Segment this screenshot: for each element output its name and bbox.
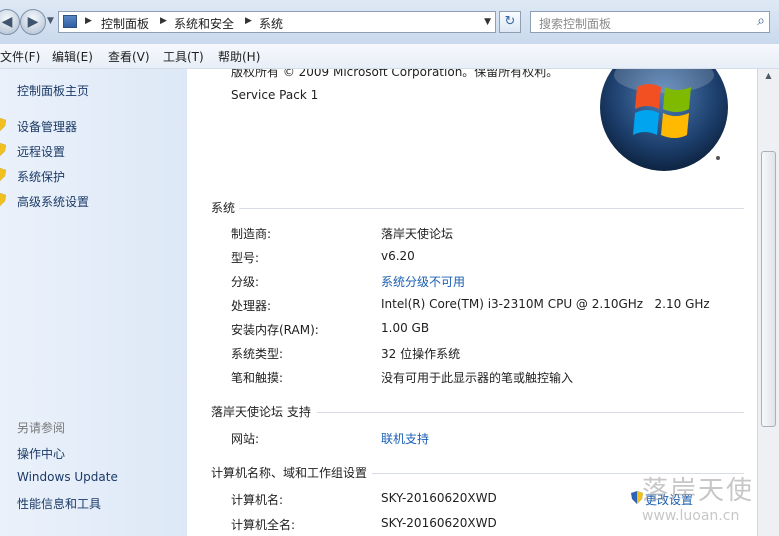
sidebar-system-protection[interactable]: 系统保护 (17, 168, 65, 185)
service-pack-text: Service Pack 1 (231, 88, 319, 102)
search-input[interactable]: 搜索控制面板 ⌕ (530, 11, 770, 33)
menu-bar: 文件(F) 编辑(E) 查看(V) 工具(T) 帮助(H) (0, 44, 779, 69)
menu-edit[interactable]: 编辑(E) (52, 48, 93, 65)
section-divider (239, 208, 744, 209)
address-dropdown-icon[interactable]: ▼ (484, 17, 491, 27)
copyright-text: 版权所有 © 2009 Microsoft Corporation。保留所有权利… (231, 69, 559, 79)
main-content: 版权所有 © 2009 Microsoft Corporation。保留所有权利… (187, 69, 757, 536)
forward-button[interactable]: ▶ (20, 9, 46, 35)
scroll-up-icon[interactable]: ▲ (761, 71, 776, 85)
computer-fullname-label: 计算机全名: (231, 518, 296, 532)
breadcrumb-system-security[interactable]: 系统和安全 (174, 15, 234, 32)
uac-shield-icon (0, 193, 6, 206)
see-also-heading: 另请参阅 (17, 421, 66, 435)
rating-label: 分级: (231, 275, 260, 289)
sidebar-control-panel-home[interactable]: 控制面板主页 (17, 82, 89, 99)
vertical-scrollbar[interactable]: ▲ (757, 69, 779, 536)
system-section-title: 系统 (211, 201, 236, 215)
manufacturer-label: 制造商: (231, 227, 272, 241)
website-label: 网站: (231, 432, 260, 446)
menu-file[interactable]: 文件(F) (0, 48, 40, 65)
uac-shield-icon (0, 168, 6, 181)
pen-touch-value: 没有可用于此显示器的笔或触控输入 (381, 371, 574, 385)
sidebar-remote-settings[interactable]: 远程设置 (17, 143, 65, 160)
refresh-icon: ↻ (504, 14, 516, 29)
ram-value: 1.00 GB (381, 321, 430, 335)
watermark-text: 落岸天使 (642, 476, 755, 506)
system-type-label: 系统类型: (231, 347, 284, 361)
section-divider (317, 412, 744, 413)
search-placeholder: 搜索控制面板 (539, 17, 612, 31)
computer-section-title: 计算机名称、域和工作组设置 (211, 466, 368, 480)
computer-name-value: SKY-20160620XWD (381, 491, 497, 505)
breadcrumb-separator-icon[interactable]: ▶ (245, 16, 252, 26)
support-section-title: 落岸天使论坛 支持 (211, 405, 311, 419)
breadcrumb-separator-icon[interactable]: ▶ (160, 16, 167, 26)
model-value: v6.20 (381, 249, 415, 263)
sidebar-device-manager[interactable]: 设备管理器 (17, 118, 77, 135)
menu-view[interactable]: 查看(V) (108, 48, 150, 65)
sidebar-windows-update[interactable]: Windows Update (17, 470, 118, 484)
uac-shield-icon (0, 118, 6, 131)
rating-link[interactable]: 系统分级不可用 (381, 273, 465, 290)
processor-value: Intel(R) Core(TM) i3-2310M CPU @ 2.10GHz… (381, 297, 710, 311)
sidebar: 控制面板主页 设备管理器 远程设置 系统保护 高级系统设置 另请参阅 操作中心 … (0, 69, 187, 536)
processor-label: 处理器: (231, 299, 272, 313)
windows-logo-icon (600, 69, 728, 171)
breadcrumb-separator-icon[interactable]: ▶ (85, 16, 92, 26)
system-type-value: 32 位操作系统 (381, 347, 461, 361)
watermark: 落岸天使 www.luoan.cn (608, 468, 768, 530)
refresh-button[interactable]: ↻ (499, 11, 521, 33)
model-label: 型号: (231, 251, 260, 265)
computer-name-label: 计算机名: (231, 493, 284, 507)
search-icon[interactable]: ⌕ (757, 13, 765, 29)
address-bar[interactable]: ▶ 控制面板 ▶ 系统和安全 ▶ 系统 ▼ (58, 11, 496, 33)
control-panel-icon (63, 15, 77, 28)
uac-shield-icon (0, 143, 6, 156)
sidebar-action-center[interactable]: 操作中心 (17, 445, 65, 462)
menu-help[interactable]: 帮助(H) (218, 48, 260, 65)
watermark-url: www.luoan.cn (642, 508, 740, 524)
pen-touch-label: 笔和触摸: (231, 371, 284, 385)
sidebar-advanced-system-settings[interactable]: 高级系统设置 (17, 193, 89, 210)
forward-arrow-icon: ▶ (27, 14, 39, 30)
ram-label: 安装内存(RAM): (231, 323, 319, 337)
computer-fullname-value: SKY-20160620XWD (381, 516, 497, 530)
breadcrumb-system[interactable]: 系统 (259, 15, 283, 32)
breadcrumb-control-panel[interactable]: 控制面板 (101, 15, 149, 32)
back-button[interactable]: ◀ (0, 9, 20, 35)
back-arrow-icon: ◀ (1, 14, 13, 30)
menu-tools[interactable]: 工具(T) (163, 48, 204, 65)
recent-pages-dropdown-icon[interactable]: ▼ (47, 16, 54, 26)
online-support-link[interactable]: 联机支持 (381, 430, 429, 447)
navigation-bar: ◀ ▶ ▼ ▶ 控制面板 ▶ 系统和安全 ▶ 系统 ▼ ↻ 搜索控制面板 ⌕ (0, 0, 779, 44)
scroll-thumb[interactable] (761, 151, 776, 427)
sidebar-performance-info[interactable]: 性能信息和工具 (17, 495, 101, 512)
manufacturer-value: 落岸天使论坛 (381, 227, 454, 241)
